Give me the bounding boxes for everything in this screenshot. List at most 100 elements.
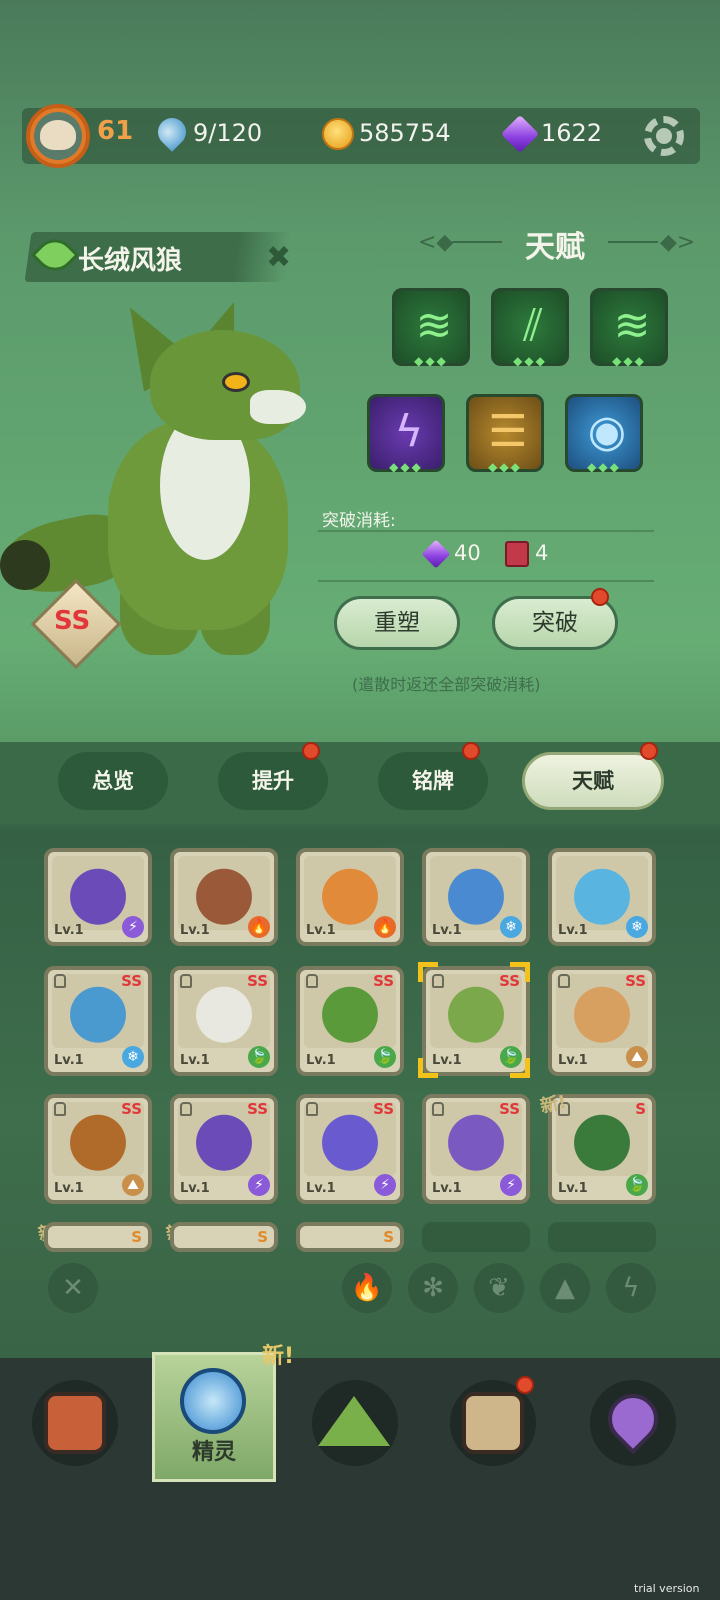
pet-card[interactable]: SS Lv.1 ⛰ [44, 1094, 152, 1204]
coin-value[interactable]: 585754 [359, 119, 451, 147]
talent-level-dots: ◆◆◆ [513, 354, 547, 368]
snowflake-filter-icon[interactable]: ✻ [408, 1263, 458, 1313]
pet-card[interactable]: S [44, 1222, 152, 1252]
element-icon: ⚡ [248, 1174, 270, 1196]
element-icon: ❄ [500, 916, 522, 938]
pet-card[interactable]: SS Lv.1 ⚡ [422, 1094, 530, 1204]
book-icon [505, 541, 529, 567]
pet-level: Lv.1 [54, 1053, 84, 1068]
new-tag: 新! [262, 1344, 295, 1369]
cost-books: 4 [535, 541, 549, 565]
tab-talent[interactable]: 天赋 [522, 752, 664, 810]
talent-level-dots: ◆◆◆ [612, 354, 646, 368]
pet-card[interactable]: S [170, 1222, 278, 1252]
tab-overview[interactable]: 总览 [58, 752, 168, 810]
nav-active-label: 精灵 [191, 1440, 236, 1465]
console-icon [44, 1392, 106, 1454]
tab-nameplate[interactable]: 铭牌 [378, 752, 488, 810]
gear-center [656, 128, 672, 144]
pet-rank: SS [373, 1100, 394, 1118]
lock-icon[interactable] [180, 974, 192, 988]
paw-coin-icon [322, 118, 354, 150]
empty-slot [548, 1222, 656, 1252]
wolf-tail-tip [0, 540, 50, 590]
notification-dot [302, 742, 320, 760]
notification-dot [591, 588, 609, 606]
pet-level: Lv.1 [180, 923, 210, 938]
lock-icon[interactable] [432, 1102, 444, 1116]
element-icon: 🔥 [374, 916, 396, 938]
dismiss-note: (遣散时返还全部突破消耗) [352, 675, 541, 694]
stamina-value[interactable]: 9/120 [193, 119, 262, 147]
selection-corner [510, 1058, 530, 1078]
element-icon: ❄ [122, 1046, 144, 1068]
pet-card[interactable]: SS Lv.1 ⚡ [296, 1094, 404, 1204]
pet-card[interactable]: SS Lv.1 ❄ [44, 966, 152, 1076]
notification-dot [640, 742, 658, 760]
talent-level-dots: ◆◆◆ [414, 354, 448, 368]
cost-gems: 40 [454, 541, 481, 565]
pet-rank: SS [499, 1100, 520, 1118]
element-icon: 🍃 [626, 1174, 648, 1196]
pet-card[interactable]: Lv.1 ❄ [422, 848, 530, 946]
element-icon: ❄ [626, 916, 648, 938]
reshape-button[interactable]: 重塑 [334, 596, 460, 650]
watermark: trial version [634, 1582, 700, 1595]
pet-rank: S [635, 1100, 646, 1118]
lock-icon[interactable] [558, 974, 570, 988]
fire-filter-icon[interactable]: 🔥 [342, 1263, 392, 1313]
pet-rank: SS [247, 972, 268, 990]
close-icon[interactable]: ✖ [266, 240, 291, 275]
talent-level-dots: ◆◆◆ [488, 460, 522, 474]
empty-slot [422, 1222, 530, 1252]
lock-icon[interactable] [54, 974, 66, 988]
lock-icon[interactable] [180, 1102, 192, 1116]
purple-gem-icon [421, 539, 451, 569]
pet-card[interactable]: Lv.1 🔥 [296, 848, 404, 946]
talent-title: 天赋 [525, 230, 585, 265]
clear-filter-button[interactable]: ✕ [48, 1263, 98, 1313]
spirit-icon [180, 1368, 246, 1434]
lock-icon[interactable] [306, 974, 318, 988]
lock-icon[interactable] [54, 1102, 66, 1116]
break-cost-label: 突破消耗: [322, 511, 396, 531]
lightning-filter-icon[interactable]: ϟ [606, 1263, 656, 1313]
selection-corner [418, 962, 438, 982]
player-level: 61 [97, 116, 134, 146]
pet-card[interactable]: SS Lv.1 🍃 [170, 966, 278, 1076]
leaf-filter-icon[interactable]: ❦ [474, 1263, 524, 1313]
talent-level-dots: ◆◆◆ [587, 460, 621, 474]
pet-card[interactable]: SS Lv.1 ⛰ [548, 966, 656, 1076]
pet-card[interactable]: SS Lv.1 ⚡ [170, 1094, 278, 1204]
claw-swirl-icon: ≋ [415, 300, 453, 351]
claw-swirl-icon: ≋ [613, 300, 651, 351]
talent-level-dots: ◆◆◆ [389, 460, 423, 474]
pet-level: Lv.1 [306, 1053, 336, 1068]
lock-icon[interactable] [306, 1102, 318, 1116]
tab-upgrade[interactable]: 提升 [218, 752, 328, 810]
notification-dot [462, 742, 480, 760]
pet-card[interactable]: Lv.1 ❄ [548, 848, 656, 946]
lightning-icon: ϟ [394, 406, 424, 457]
pet-card[interactable]: S [296, 1222, 404, 1252]
element-icon: ⛰ [626, 1046, 648, 1068]
pet-rank: SS [247, 1100, 268, 1118]
pet-level: Lv.1 [558, 1053, 588, 1068]
pet-level: Lv.1 [558, 923, 588, 938]
selection-corner [510, 962, 530, 982]
avatar-pet-icon [40, 120, 76, 150]
pet-level: Lv.1 [54, 1181, 84, 1196]
selection-corner [418, 1058, 438, 1078]
gem-value[interactable]: 1622 [541, 119, 602, 147]
wolf-snout [250, 390, 306, 424]
rock-filter-icon[interactable]: ▲ [540, 1263, 590, 1313]
title-line-right [608, 241, 658, 243]
wolf-eye [222, 372, 250, 392]
pet-rank: SS [121, 1100, 142, 1118]
mountain-icon [318, 1396, 390, 1446]
pet-card[interactable]: SS Lv.1 🍃 [296, 966, 404, 1076]
element-icon: 🍃 [248, 1046, 270, 1068]
rock-layers-icon: ☰ [488, 406, 528, 457]
pet-card[interactable]: Lv.1 🔥 [170, 848, 278, 946]
pet-card[interactable]: Lv.1 ⚡ [44, 848, 152, 946]
